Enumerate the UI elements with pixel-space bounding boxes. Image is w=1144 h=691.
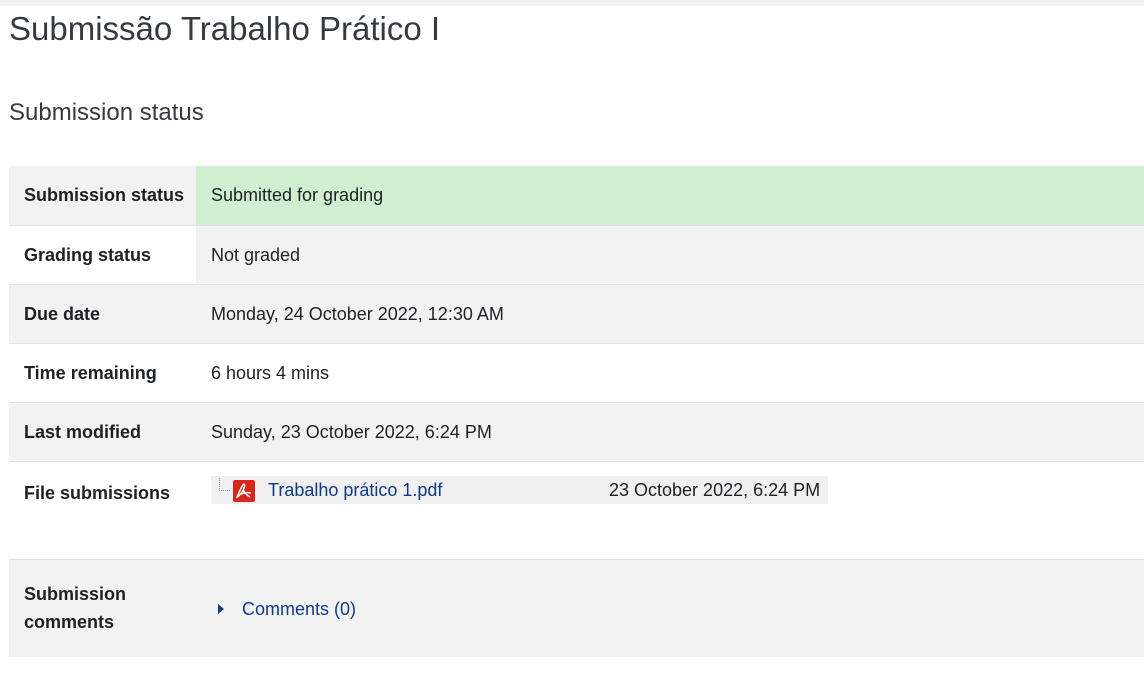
comments-toggle[interactable]: Comments (0) [211, 595, 356, 623]
page-title: Submissão Trabalho Prático I [9, 10, 441, 47]
due-date-value: Monday, 24 October 2022, 12:30 AM [211, 303, 504, 324]
comments-label: Comments (0) [242, 598, 357, 619]
row-label: File submissions [24, 482, 171, 503]
file-date: 23 October 2022, 6:24 PM [609, 479, 821, 500]
row-label: Grading status [24, 244, 152, 265]
table-row-submission-comments: Submission comments Comments (0) [9, 559, 1144, 657]
table-row-last-modified: Last modified Sunday, 23 October 2022, 6… [9, 402, 1144, 461]
table-row-due-date: Due date Monday, 24 October 2022, 12:30 … [9, 284, 1144, 343]
file-tree-item: Trabalho prático 1.pdf 23 October 2022, … [211, 475, 828, 504]
last-modified-value: Sunday, 23 October 2022, 6:24 PM [211, 421, 492, 442]
row-label: Time remaining [24, 362, 157, 383]
table-row-submission-status: Submission status Submitted for grading [9, 166, 1144, 225]
time-remaining-value: 6 hours 4 mins [211, 362, 330, 383]
submission-status-value: Submitted for grading [196, 166, 1144, 225]
row-label: Submission comments [24, 584, 127, 633]
row-label: Last modified [24, 421, 142, 442]
grading-status-value: Not graded [196, 225, 1144, 284]
file-link[interactable]: Trabalho prático 1.pdf [268, 476, 442, 504]
top-strip [0, 0, 1144, 6]
table-row-file-submissions: File submissions Trabalho prático 1.pdf … [9, 461, 1144, 559]
section-heading: Submission status [9, 99, 204, 126]
row-label: Submission status [24, 185, 185, 206]
table-row-grading-status: Grading status Not graded [9, 225, 1144, 284]
table-row-time-remaining: Time remaining 6 hours 4 mins [9, 343, 1144, 402]
caret-right-icon [218, 603, 224, 614]
row-label: Due date [24, 303, 101, 324]
submission-status-table: Submission status Submitted for grading … [9, 166, 1144, 657]
file-submissions-cell: Trabalho prático 1.pdf 23 October 2022, … [196, 461, 1144, 559]
submission-comments-cell: Comments (0) [196, 559, 1144, 657]
pdf-icon [233, 479, 255, 502]
tree-connector [219, 477, 230, 491]
